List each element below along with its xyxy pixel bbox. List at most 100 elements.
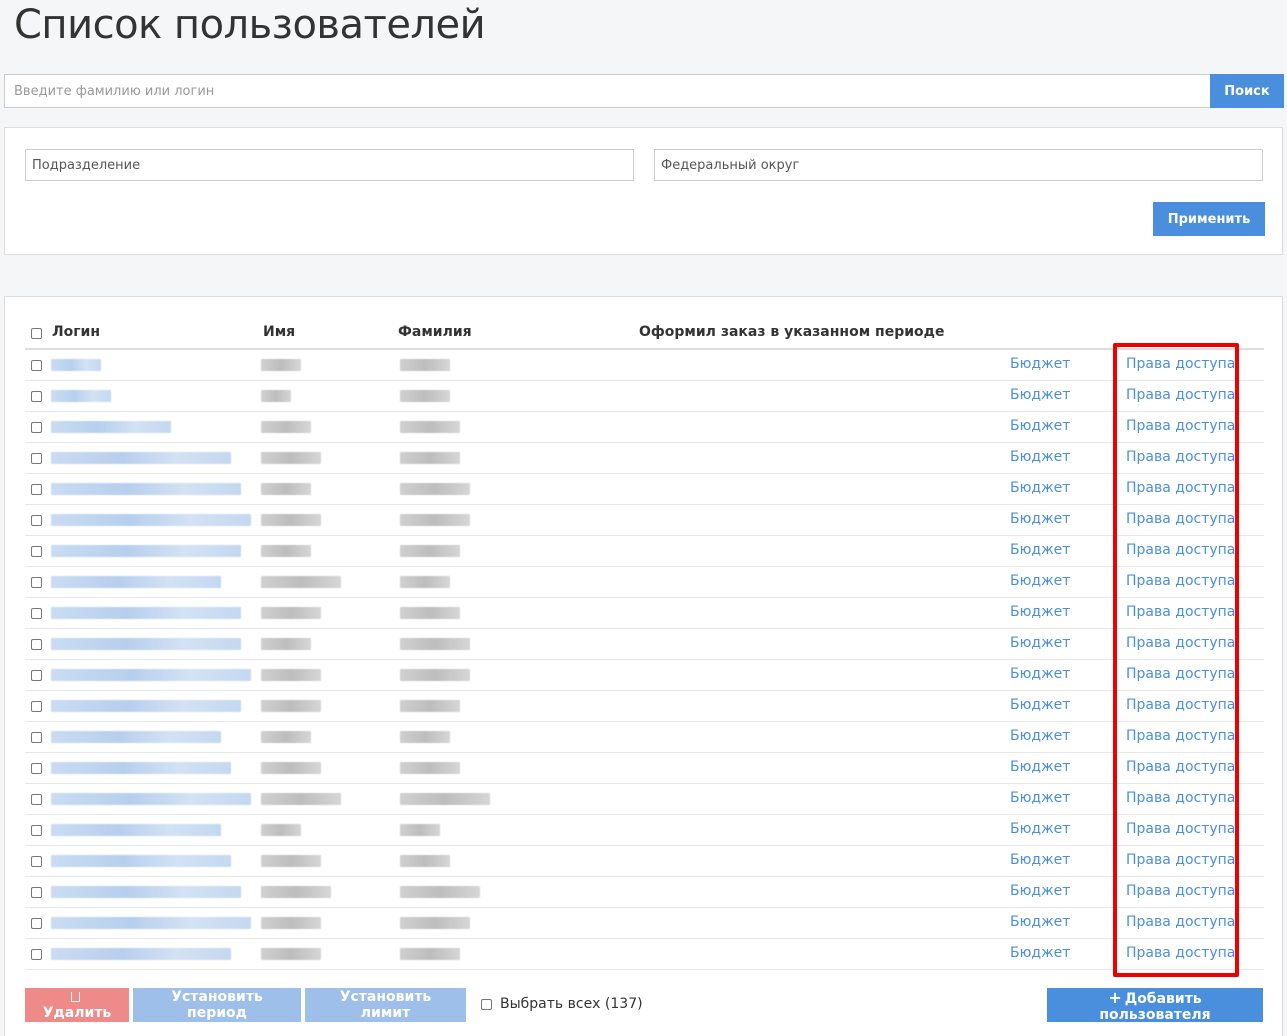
row-checkbox[interactable] [31,763,42,774]
delete-button[interactable]: Удалить [25,988,129,1022]
access-rights-link[interactable]: Права доступа [1126,883,1235,899]
budget-link[interactable]: Бюджет [1010,635,1070,651]
select-all[interactable]: Выбрать всех (137) [481,996,643,1012]
set-period-button[interactable]: Установить период [133,988,301,1022]
row-checkbox[interactable] [31,918,42,929]
access-rights-link[interactable]: Права доступа [1126,387,1235,403]
apply-button[interactable]: Применить [1153,202,1265,236]
budget-link[interactable]: Бюджет [1010,387,1070,403]
select-all-header-checkbox[interactable] [31,328,42,339]
redacted-login[interactable] [51,917,251,929]
row-checkbox[interactable] [31,949,42,960]
budget-link[interactable]: Бюджет [1010,728,1070,744]
redacted-login[interactable] [51,855,231,867]
access-rights-link[interactable]: Права доступа [1126,480,1235,496]
access-rights-link[interactable]: Права доступа [1126,542,1235,558]
department-field[interactable] [25,149,634,181]
row-checkbox[interactable] [31,360,42,371]
federal-district-field[interactable] [654,149,1263,181]
budget-link[interactable]: Бюджет [1010,356,1070,372]
table-row: Бюджет Права доступа [25,597,1264,629]
access-rights-link[interactable]: Права доступа [1126,790,1235,806]
budget-link[interactable]: Бюджет [1010,914,1070,930]
redacted-login[interactable] [51,576,221,588]
search-button[interactable]: Поиск [1210,74,1284,108]
redacted-name [261,607,321,619]
budget-link[interactable]: Бюджет [1010,542,1070,558]
budget-link[interactable]: Бюджет [1010,945,1070,961]
search-input[interactable] [4,74,1210,108]
redacted-login[interactable] [51,793,251,805]
row-checkbox[interactable] [31,639,42,650]
row-checkbox[interactable] [31,732,42,743]
redacted-login[interactable] [51,359,101,371]
row-checkbox[interactable] [31,825,42,836]
redacted-login[interactable] [51,514,251,526]
redacted-login[interactable] [51,483,241,495]
plus-icon: + [1108,988,1122,1007]
redacted-login[interactable] [51,607,241,619]
redacted-login[interactable] [51,886,241,898]
row-checkbox[interactable] [31,546,42,557]
row-checkbox[interactable] [31,608,42,619]
row-checkbox[interactable] [31,670,42,681]
access-rights-link[interactable]: Права доступа [1126,666,1235,682]
row-checkbox[interactable] [31,856,42,867]
redacted-login[interactable] [51,421,171,433]
row-checkbox[interactable] [31,577,42,588]
row-checkbox[interactable] [31,887,42,898]
budget-link[interactable]: Бюджет [1010,418,1070,434]
budget-link[interactable]: Бюджет [1010,666,1070,682]
select-all-checkbox[interactable] [481,999,492,1010]
redacted-login[interactable] [51,762,231,774]
access-rights-link[interactable]: Права доступа [1126,356,1235,372]
access-rights-link[interactable]: Права доступа [1126,821,1235,837]
budget-link[interactable]: Бюджет [1010,697,1070,713]
row-checkbox[interactable] [31,391,42,402]
row-checkbox[interactable] [31,701,42,712]
row-checkbox[interactable] [31,453,42,464]
redacted-surname [400,917,470,929]
access-rights-link[interactable]: Права доступа [1126,759,1235,775]
redacted-login[interactable] [51,390,111,402]
redacted-login[interactable] [51,948,231,960]
budget-link[interactable]: Бюджет [1010,759,1070,775]
budget-link[interactable]: Бюджет [1010,449,1070,465]
redacted-name [261,421,311,433]
redacted-login[interactable] [51,731,221,743]
budget-link[interactable]: Бюджет [1010,821,1070,837]
redacted-surname [400,607,460,619]
redacted-login[interactable] [51,638,241,650]
budget-link[interactable]: Бюджет [1010,790,1070,806]
redacted-login[interactable] [51,669,251,681]
access-rights-link[interactable]: Права доступа [1126,945,1235,961]
access-rights-link[interactable]: Права доступа [1126,573,1235,589]
budget-link[interactable]: Бюджет [1010,883,1070,899]
access-rights-link[interactable]: Права доступа [1126,449,1235,465]
redacted-login[interactable] [51,545,241,557]
access-rights-link[interactable]: Права доступа [1126,511,1235,527]
redacted-login[interactable] [51,824,221,836]
budget-link[interactable]: Бюджет [1010,511,1070,527]
row-checkbox[interactable] [31,484,42,495]
redacted-name [261,359,301,371]
access-rights-link[interactable]: Права доступа [1126,914,1235,930]
budget-link[interactable]: Бюджет [1010,480,1070,496]
access-rights-link[interactable]: Права доступа [1126,604,1235,620]
set-limit-button[interactable]: Установить лимит [305,988,466,1022]
redacted-login[interactable] [51,452,231,464]
redacted-login[interactable] [51,700,241,712]
row-checkbox[interactable] [31,515,42,526]
access-rights-link[interactable]: Права доступа [1126,728,1235,744]
access-rights-link[interactable]: Права доступа [1126,635,1235,651]
budget-link[interactable]: Бюджет [1010,852,1070,868]
budget-link[interactable]: Бюджет [1010,604,1070,620]
budget-link[interactable]: Бюджет [1010,573,1070,589]
access-rights-link[interactable]: Права доступа [1126,852,1235,868]
add-user-button[interactable]: + Добавить пользователя [1047,988,1263,1023]
access-rights-link[interactable]: Права доступа [1126,697,1235,713]
redacted-name [261,731,311,743]
access-rights-link[interactable]: Права доступа [1126,418,1235,434]
row-checkbox[interactable] [31,422,42,433]
row-checkbox[interactable] [31,794,42,805]
